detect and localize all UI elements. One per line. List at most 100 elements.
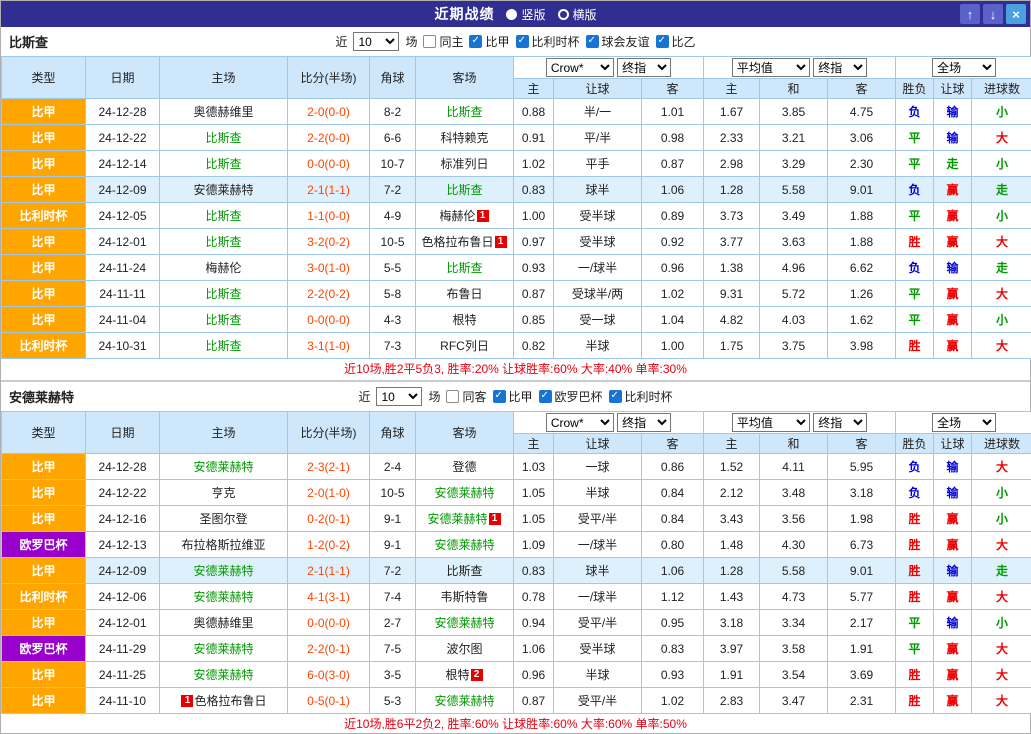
scope-select[interactable]: 全场 [932,413,996,432]
league-checkbox[interactable]: 比甲 [469,33,509,50]
away-team-cell: 比斯查 [416,99,514,125]
team-link[interactable]: 比斯查 [446,261,482,275]
corners-cell: 3-5 [370,662,416,688]
view-radio-horizontal[interactable]: 横版 [558,6,597,23]
team-link[interactable]: 安德莱赫特 [193,642,253,656]
team-link[interactable]: 梅赫伦 [439,209,475,223]
team-link[interactable]: 比斯查 [205,235,241,249]
column-header: 日期 [86,412,160,454]
handicap-result-cell: 赢 [934,333,972,359]
handicap-result-cell: 赢 [934,636,972,662]
match-count-select[interactable]: 10 [376,387,422,406]
column-header: 让球 [934,79,972,99]
home-team-cell: 比斯查 [160,307,288,333]
score-cell: 3-2(0-2) [288,229,370,255]
team-link[interactable]: 布拉格斯拉维亚 [181,538,265,552]
team-link[interactable]: RFC列日 [440,339,489,353]
team-link[interactable]: 比斯查 [205,313,241,327]
euro-home-odds-cell: 1.67 [704,99,760,125]
team-section-1: 比斯查 近 10 场 同主 比甲 比利时杯 [1,27,1030,380]
team-link[interactable]: 比斯查 [446,105,482,119]
home-team-cell: 奥德赫维里 [160,99,288,125]
goals-result-cell: 走 [972,255,1031,281]
team-link[interactable]: 安德莱赫特 [434,616,494,630]
view-radio-vertical[interactable]: 竖版 [506,6,545,23]
team-link[interactable]: 圣图尔登 [199,512,247,526]
team-link[interactable]: 安德莱赫特 [193,668,253,682]
handicap-cell: 受半球 [554,203,642,229]
league-cell: 比甲 [2,255,86,281]
team-link[interactable]: 比斯查 [446,183,482,197]
handicap-result-cell: 赢 [934,662,972,688]
league-checkbox[interactable]: 球会友谊 [586,33,650,50]
goals-result-cell: 大 [972,454,1031,480]
league-checkbox[interactable]: 欧罗巴杯 [539,388,603,405]
close-button[interactable]: × [1006,4,1026,24]
odds-time-select[interactable]: 终指 [617,58,671,77]
away-team-cell: RFC列日 [416,333,514,359]
team-link[interactable]: 安德莱赫特 [193,564,253,578]
team-link[interactable]: 标准列日 [440,157,488,171]
team-link[interactable]: 比斯查 [205,209,241,223]
euro-home-odds-cell: 2.83 [704,688,760,714]
goals-result-cell: 小 [972,506,1031,532]
asia-away-odds-cell: 0.96 [642,255,704,281]
team-link[interactable]: 安德莱赫特 [434,538,494,552]
league-checkbox[interactable]: 比利时杯 [516,33,580,50]
team-link[interactable]: 韦斯特鲁 [440,590,488,604]
recent-results-window: 近期战绩 竖版 横版 ↑ ↓ × 比斯查 [0,0,1031,734]
team-link[interactable]: 安德莱赫特 [193,183,253,197]
handicap-result-cell: 赢 [934,281,972,307]
team-link[interactable]: 梅赫伦 [205,261,241,275]
same-venue-checkbox[interactable]: 同主 [423,33,463,50]
league-checkbox[interactable]: 比乙 [656,33,696,50]
odds-source-select[interactable]: Crow* [546,58,614,77]
team-link[interactable]: 亨克 [211,486,235,500]
match-count-select[interactable]: 10 [353,32,399,51]
team-link[interactable]: 比斯查 [205,131,241,145]
team-link[interactable]: 色格拉布鲁日 [421,235,493,249]
league-checkbox[interactable]: 比利时杯 [609,388,673,405]
team-link[interactable]: 根特 [452,313,476,327]
team-link[interactable]: 登德 [452,460,476,474]
league-checkbox[interactable]: 比甲 [493,388,533,405]
team-link[interactable]: 比斯查 [446,564,482,578]
team-link[interactable]: 根特 [445,668,469,682]
match-row: 比甲24-12-09安德莱赫特2-1(1-1)7-2比斯查0.83球半1.061… [2,177,1031,203]
match-row: 欧罗巴杯24-12-13布拉格斯拉维亚1-2(0-2)9-1安德莱赫特1.09一… [2,532,1031,558]
euro-time-select[interactable]: 终指 [813,413,867,432]
match-row: 比甲24-12-22亨克2-0(1-0)10-5安德莱赫特1.05半球0.842… [2,480,1031,506]
team-link[interactable]: 奥德赫维里 [193,105,253,119]
team-link[interactable]: 安德莱赫特 [434,486,494,500]
same-venue-checkbox[interactable]: 同客 [446,388,486,405]
euro-source-select[interactable]: 平均值 [732,58,810,77]
team-link[interactable]: 比斯查 [205,287,241,301]
away-team-cell: 科特赖克 [416,125,514,151]
scope-select[interactable]: 全场 [932,58,996,77]
odds-source-select[interactable]: Crow* [546,413,614,432]
away-team-cell: 标准列日 [416,151,514,177]
scope-header: 全场 [896,57,1031,79]
team-link[interactable]: 科特赖克 [440,131,488,145]
euro-time-select[interactable]: 终指 [813,58,867,77]
team-link[interactable]: 布鲁日 [446,287,482,301]
odds-time-select[interactable]: 终指 [617,413,671,432]
team-link[interactable]: 比斯查 [205,157,241,171]
euro-home-odds-cell: 3.97 [704,636,760,662]
result-cell: 平 [896,307,934,333]
euro-away-odds-cell: 1.91 [828,636,896,662]
euro-source-select[interactable]: 平均值 [732,413,810,432]
home-team-cell: 比斯查 [160,151,288,177]
team-link[interactable]: 色格拉布鲁日 [194,694,266,708]
team-link[interactable]: 波尔图 [446,642,482,656]
team-link[interactable]: 安德莱赫特 [193,590,253,604]
team-link[interactable]: 安德莱赫特 [434,694,494,708]
scroll-up-button[interactable]: ↑ [960,4,980,24]
scroll-down-button[interactable]: ↓ [983,4,1003,24]
team-link[interactable]: 比斯查 [205,339,241,353]
column-header: 客 [642,79,704,99]
team-link[interactable]: 安德莱赫特 [427,512,487,526]
team-link[interactable]: 奥德赫维里 [193,616,253,630]
handicap-cell: 一球 [554,454,642,480]
team-link[interactable]: 安德莱赫特 [193,460,253,474]
